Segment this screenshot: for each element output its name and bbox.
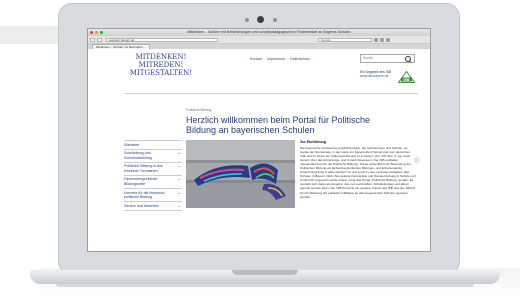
chevron-down-icon[interactable]: ⌄ [178, 164, 181, 169]
address-bar[interactable]: www.km.bayern.de [106, 37, 218, 42]
forward-button[interactable] [97, 37, 102, 42]
site-logo[interactable]: MITDENKEN! MITREDEN! MITGESTALTEN! [124, 53, 198, 77]
sidebar-item-bildungsziele[interactable]: Fächerübergreifende Bildungsziele ⌄ [124, 174, 182, 188]
page-title: Herzlich willkommen beim Portal für Poli… [186, 115, 371, 135]
search-icon[interactable] [405, 56, 411, 62]
laptop-screen: Mitdenken – Schüler mit Behinderungen un… [87, 28, 431, 252]
article-heading: Zur Einführung [300, 140, 326, 144]
site-search-input[interactable]: Suche [360, 54, 415, 63]
sidebar-item-label: Politische Bildung in den einzelnen Schu… [124, 164, 164, 173]
sidebar-item-label: Lernorte für die historisch-politische B… [124, 190, 166, 200]
chevron-down-icon[interactable]: ⌄ [178, 203, 181, 209]
sidebar-item-service[interactable]: Service und Aktuelles ⌄ [124, 201, 182, 211]
isb-logo[interactable]: ISB [398, 71, 415, 83]
chevron-down-icon[interactable]: ⌄ [178, 177, 181, 182]
sidebar-item-label: Startseite [124, 142, 140, 147]
sidebar-item-label: Service und Aktuelles [124, 203, 159, 208]
header-divider [124, 93, 418, 94]
camera-indicator-left [245, 18, 249, 22]
nav-impressum-link[interactable]: Impressum [267, 57, 285, 61]
hero-photo [186, 140, 295, 208]
laptop-opening-notch [232, 270, 298, 275]
sidebar-item-label: Schulleitung und Schulentwicklung [124, 151, 152, 160]
nav-datenschutz-link[interactable]: Datenschutz [290, 57, 310, 61]
bookmarks-icon[interactable] [380, 37, 384, 42]
logo-line-1: MITDENKEN! [135, 53, 187, 61]
logo-line-3: MITGESTALTEN! [129, 69, 193, 77]
nav-kontakt-link[interactable]: Kontakt [250, 57, 262, 61]
downloads-icon[interactable] [386, 37, 390, 42]
sidebar-item-startseite[interactable]: Startseite [124, 140, 182, 149]
close-window-icon[interactable] [90, 31, 93, 34]
intro-article: Zur Einführung Die bayerische Verfassung… [300, 140, 416, 199]
browser-toolbar: www.km.bayern.de Google [88, 36, 430, 44]
chevron-down-icon[interactable]: ⌄ [178, 150, 181, 156]
background-band [0, 26, 60, 44]
back-button[interactable] [90, 37, 95, 42]
top-navigation: Kontakt Impressum Datenschutz [250, 57, 310, 61]
zoom-window-icon[interactable] [100, 31, 103, 34]
browser-search-field[interactable]: Google [318, 37, 372, 42]
site-search-placeholder: Suche [363, 56, 373, 60]
window-title: Mitdenken – Schüler mit Behinderungen un… [187, 30, 351, 34]
article-paragraph: Die bayerische Verfassung verpflichtet d… [300, 145, 416, 199]
laptop-foot [56, 284, 474, 287]
sidebar-navigation: Startseite Schulleitung und Schulentwick… [124, 140, 182, 211]
isb-logo-label: ISB [404, 78, 410, 82]
sidebar-item-schularten[interactable]: Politische Bildung in den einzelnen Schu… [124, 161, 182, 175]
slider-next-button[interactable] [414, 157, 420, 163]
web-page: MITDENKEN! MITREDEN! MITGESTALTEN! Konta… [88, 49, 430, 251]
camera-icon [257, 16, 264, 23]
sidebar-item-lernorte[interactable]: Lernorte für die historisch-politische B… [124, 188, 182, 201]
sidebar-item-schulleitung[interactable]: Schulleitung und Schulentwicklung ⌄ [124, 148, 182, 162]
logo-line-2: MITREDEN! [138, 61, 184, 69]
chevron-down-icon[interactable]: ⌄ [178, 190, 181, 196]
browser-titlebar: Mitdenken – Schüler mit Behinderungen un… [88, 29, 430, 36]
breadcrumb[interactable]: Politische Bildung [186, 108, 211, 112]
minimize-window-icon[interactable] [95, 31, 98, 34]
home-icon[interactable] [374, 37, 378, 42]
sidebar-item-label: Fächerübergreifende Bildungsziele [124, 177, 158, 187]
camera-indicator-right [273, 18, 277, 22]
